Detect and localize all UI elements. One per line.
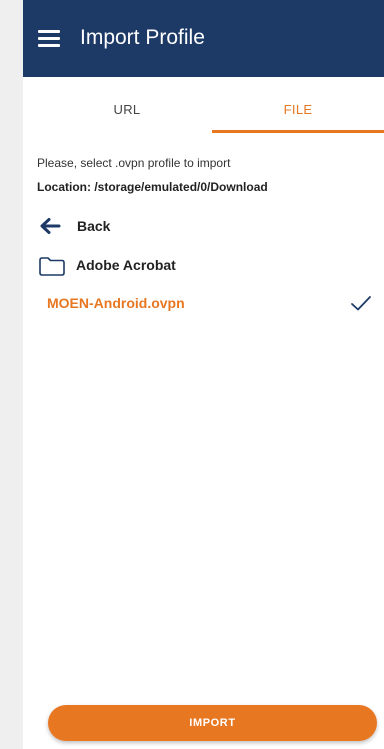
page-title: Import Profile bbox=[80, 26, 205, 49]
checkmark-icon bbox=[351, 296, 371, 311]
file-label: MOEN-Android.ovpn bbox=[47, 295, 185, 311]
import-button[interactable]: IMPORT bbox=[48, 705, 377, 741]
location-path: Location: /storage/emulated/0/Download bbox=[37, 180, 268, 194]
tab-selected-indicator bbox=[212, 130, 384, 133]
tab-file-label: FILE bbox=[283, 102, 313, 117]
folder-label: Adobe Acrobat bbox=[76, 257, 176, 273]
import-profile-screen: Import Profile URL FILE Please, select .… bbox=[23, 0, 384, 749]
file-row-moen-android[interactable]: MOEN-Android.ovpn bbox=[37, 292, 372, 316]
tab-bar: URL FILE bbox=[23, 77, 384, 133]
arrow-left-icon bbox=[40, 218, 61, 234]
menu-icon[interactable] bbox=[38, 30, 62, 50]
app-bar: Import Profile bbox=[23, 0, 384, 77]
tab-url[interactable]: URL bbox=[41, 77, 213, 133]
tab-url-label: URL bbox=[113, 102, 141, 117]
instructions-text: Please, select .ovpn profile to import bbox=[37, 156, 231, 170]
back-label: Back bbox=[77, 218, 111, 234]
tab-file[interactable]: FILE bbox=[212, 77, 384, 133]
folder-icon bbox=[39, 257, 65, 276]
